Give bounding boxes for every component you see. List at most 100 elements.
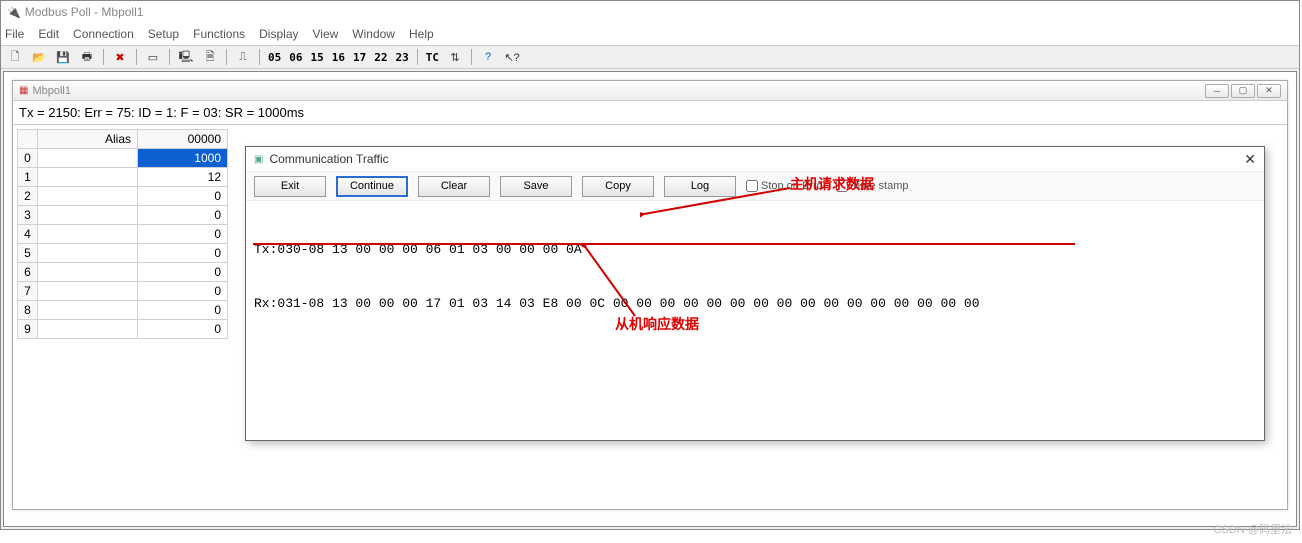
row-alias[interactable] bbox=[38, 301, 138, 320]
tc-button[interactable]: TC bbox=[424, 51, 441, 64]
status-line: Tx = 2150: Err = 75: ID = 1: F = 03: SR … bbox=[13, 101, 1287, 125]
row-index: 7 bbox=[18, 282, 38, 301]
row-value[interactable]: 0 bbox=[138, 263, 228, 282]
row-alias[interactable] bbox=[38, 206, 138, 225]
row-index: 6 bbox=[18, 263, 38, 282]
disconnect-icon[interactable]: ✖ bbox=[110, 48, 130, 66]
row-alias[interactable] bbox=[38, 320, 138, 339]
row-index: 8 bbox=[18, 301, 38, 320]
menu-connection[interactable]: Connection bbox=[73, 27, 134, 41]
table-row[interactable]: 20 bbox=[18, 187, 228, 206]
row-value[interactable]: 1000 bbox=[138, 149, 228, 168]
row-index: 1 bbox=[18, 168, 38, 187]
table-row[interactable]: 40 bbox=[18, 225, 228, 244]
row-value[interactable]: 0 bbox=[138, 320, 228, 339]
table-row[interactable]: 90 bbox=[18, 320, 228, 339]
tool-icon[interactable]: 🖳 bbox=[176, 48, 196, 66]
menu-display[interactable]: Display bbox=[259, 27, 298, 41]
separator bbox=[103, 49, 104, 65]
stop-checkbox[interactable] bbox=[746, 180, 758, 192]
fc-22[interactable]: 22 bbox=[372, 51, 389, 64]
fc-05[interactable]: 05 bbox=[266, 51, 283, 64]
row-value[interactable]: 0 bbox=[138, 225, 228, 244]
close-icon[interactable]: ✕ bbox=[1244, 151, 1256, 168]
register-table: Alias 00000 010001122030405060708090 bbox=[17, 129, 228, 339]
maximize-button[interactable]: ▢ bbox=[1231, 84, 1255, 98]
table-row[interactable]: 50 bbox=[18, 244, 228, 263]
fc-17[interactable]: 17 bbox=[351, 51, 368, 64]
row-alias[interactable] bbox=[38, 282, 138, 301]
row-value[interactable]: 0 bbox=[138, 244, 228, 263]
sort-icon[interactable]: ⇅ bbox=[445, 48, 465, 66]
fc-16[interactable]: 16 bbox=[330, 51, 347, 64]
menu-help[interactable]: Help bbox=[409, 27, 434, 41]
comm-title-bar: ▣ Communication Traffic ✕ bbox=[246, 147, 1264, 171]
doc-icon: ▦ bbox=[19, 85, 28, 96]
row-value[interactable]: 0 bbox=[138, 187, 228, 206]
separator bbox=[471, 49, 472, 65]
fc-06[interactable]: 06 bbox=[287, 51, 304, 64]
table-row[interactable]: 1 12 bbox=[18, 168, 228, 187]
row-index: 2 bbox=[18, 187, 38, 206]
row-index: 4 bbox=[18, 225, 38, 244]
row-index: 9 bbox=[18, 320, 38, 339]
help-icon[interactable]: ? bbox=[478, 48, 498, 66]
comm-body: Tx:030-08 13 00 00 00 06 01 03 00 00 00 … bbox=[246, 201, 1264, 353]
copy-button[interactable]: Copy bbox=[582, 176, 654, 197]
menu-view[interactable]: View bbox=[313, 27, 339, 41]
exit-button[interactable]: Exit bbox=[254, 176, 326, 197]
row-alias[interactable] bbox=[38, 168, 138, 187]
time-checkbox[interactable] bbox=[836, 180, 848, 192]
title-bar: 🔌 Modbus Poll - Mbpoll1 bbox=[1, 1, 1299, 23]
table-row[interactable]: 30 bbox=[18, 206, 228, 225]
table-row[interactable]: 01000 bbox=[18, 149, 228, 168]
save-icon[interactable]: 💾 bbox=[53, 48, 73, 66]
log-button[interactable]: Log bbox=[664, 176, 736, 197]
time-stamp-check[interactable]: Time stamp bbox=[836, 180, 908, 192]
clear-button[interactable]: Clear bbox=[418, 176, 490, 197]
menu-functions[interactable]: Functions bbox=[193, 27, 245, 41]
menu-window[interactable]: Window bbox=[352, 27, 395, 41]
comm-title: Communication Traffic bbox=[269, 152, 388, 166]
table-row[interactable]: 60 bbox=[18, 263, 228, 282]
col-reg: 00000 bbox=[138, 130, 228, 149]
close-button[interactable]: ✕ bbox=[1257, 84, 1281, 98]
monitor-icon[interactable]: ▭ bbox=[143, 48, 163, 66]
comm-icon: ▣ bbox=[254, 154, 263, 165]
app-icon: 🔌 bbox=[7, 6, 21, 19]
row-value[interactable]: 0 bbox=[138, 301, 228, 320]
row-value[interactable]: 0 bbox=[138, 206, 228, 225]
separator bbox=[169, 49, 170, 65]
tool2-icon[interactable]: 🗎 bbox=[200, 48, 220, 66]
table-row[interactable]: 70 bbox=[18, 282, 228, 301]
row-alias[interactable] bbox=[38, 187, 138, 206]
fc-15[interactable]: 15 bbox=[309, 51, 326, 64]
continue-button[interactable]: Continue bbox=[336, 176, 408, 197]
save-button[interactable]: Save bbox=[500, 176, 572, 197]
col-index bbox=[18, 130, 38, 149]
fc-23[interactable]: 23 bbox=[394, 51, 411, 64]
row-alias[interactable] bbox=[38, 225, 138, 244]
row-alias[interactable] bbox=[38, 244, 138, 263]
comm-toolbar: Exit Continue Clear Save Copy Log Stop o… bbox=[246, 171, 1264, 201]
open-icon[interactable]: 📂 bbox=[29, 48, 49, 66]
whatsthis-icon[interactable]: ↖? bbox=[502, 48, 522, 66]
tx-line: Tx:030-08 13 00 00 00 06 01 03 00 00 00 … bbox=[254, 241, 1256, 259]
row-value[interactable]: 12 bbox=[138, 168, 228, 187]
row-alias[interactable] bbox=[38, 149, 138, 168]
menu-setup[interactable]: Setup bbox=[148, 27, 179, 41]
stop-on-error-check[interactable]: Stop on Error bbox=[746, 180, 826, 192]
table-row[interactable]: 80 bbox=[18, 301, 228, 320]
minimize-button[interactable]: ─ bbox=[1205, 84, 1229, 98]
menu-file[interactable]: File bbox=[5, 27, 24, 41]
new-icon[interactable]: 🗋 bbox=[5, 48, 25, 66]
row-value[interactable]: 0 bbox=[138, 282, 228, 301]
row-index: 3 bbox=[18, 206, 38, 225]
col-alias: Alias bbox=[38, 130, 138, 149]
print-icon[interactable]: 🖶 bbox=[77, 48, 97, 66]
rx-line: Rx:031-08 13 00 00 00 17 01 03 14 03 E8 … bbox=[254, 295, 1256, 313]
pulse-icon[interactable]: ⎍ bbox=[233, 48, 253, 66]
row-alias[interactable] bbox=[38, 263, 138, 282]
menu-edit[interactable]: Edit bbox=[38, 27, 59, 41]
separator bbox=[136, 49, 137, 65]
